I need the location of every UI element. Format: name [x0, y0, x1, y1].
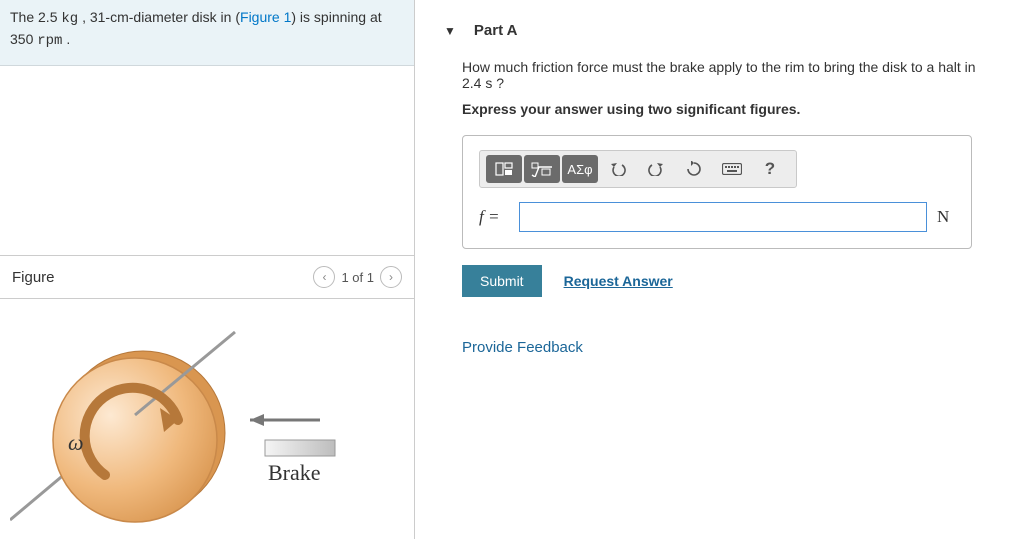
disk-diagram: ω Brake — [10, 320, 340, 540]
problem-text: The 2.5 — [10, 9, 61, 25]
provide-feedback-link[interactable]: Provide Feedback — [462, 339, 1024, 356]
problem-text: . — [62, 31, 70, 47]
keyboard-button[interactable] — [714, 155, 750, 183]
figure-counter: 1 of 1 — [341, 270, 374, 285]
figure-nav: ‹ 1 of 1 › — [313, 266, 402, 288]
figure-link[interactable]: Figure 1 — [240, 9, 291, 25]
answer-input[interactable] — [519, 202, 927, 232]
request-answer-link[interactable]: Request Answer — [564, 273, 673, 289]
answer-unit: N — [937, 207, 955, 227]
greek-button[interactable]: ΑΣφ — [562, 155, 598, 183]
answer-box: ΑΣφ ? f = N — [462, 135, 972, 249]
fraction-root-button[interactable] — [524, 155, 560, 183]
root-icon — [530, 161, 554, 177]
instruction-text: Express your answer using two significan… — [462, 101, 984, 117]
undo-icon — [610, 162, 626, 176]
template-icon — [495, 162, 513, 176]
reset-icon — [686, 161, 702, 177]
prev-figure-button[interactable]: ‹ — [313, 266, 335, 288]
problem-statement: The 2.5 kg , 31-cm-diameter disk in (Fig… — [0, 0, 414, 66]
figure-header: Figure ‹ 1 of 1 › — [0, 255, 414, 299]
figure-body: ω Brake — [0, 300, 414, 539]
part-label: Part A — [474, 22, 518, 39]
redo-icon — [648, 162, 664, 176]
problem-text: , 31-cm-diameter disk in ( — [78, 9, 240, 25]
answer-lhs: f = — [479, 207, 509, 227]
help-button[interactable]: ? — [752, 155, 788, 183]
undo-button[interactable] — [600, 155, 636, 183]
next-figure-button[interactable]: › — [380, 266, 402, 288]
keyboard-icon — [722, 163, 742, 175]
unit-rpm: rpm — [37, 33, 62, 49]
question-text: How much friction force must the brake a… — [462, 59, 984, 91]
template-button[interactable] — [486, 155, 522, 183]
reset-button[interactable] — [676, 155, 712, 183]
submit-button[interactable]: Submit — [462, 265, 542, 297]
equation-toolbar: ΑΣφ ? — [479, 150, 797, 188]
collapse-caret-icon: ▼ — [444, 24, 456, 38]
part-header[interactable]: ▼ Part A — [444, 22, 1024, 39]
brake-label: Brake — [268, 460, 321, 485]
unit-kg: kg — [61, 11, 78, 27]
figure-title: Figure — [12, 269, 55, 286]
redo-button[interactable] — [638, 155, 674, 183]
omega-label: ω — [68, 430, 84, 455]
